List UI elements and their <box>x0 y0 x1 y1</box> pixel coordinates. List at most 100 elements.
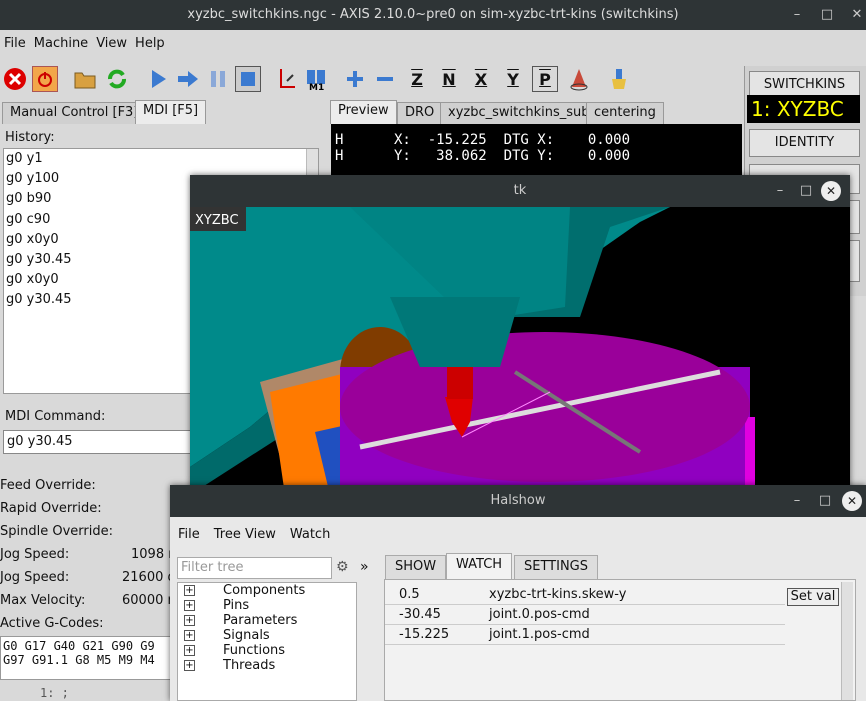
jog-speed-angular-label: Jog Speed: <box>0 570 70 585</box>
filter-tree-input[interactable]: Filter tree <box>177 557 332 579</box>
tree-item[interactable]: + Signals <box>178 628 356 643</box>
expand-plus-icon[interactable]: + <box>184 660 195 671</box>
expand-icon[interactable]: » <box>360 559 369 575</box>
watch-scrollbar[interactable] <box>841 582 853 700</box>
tab-mdi-label: MDI [F5] <box>143 103 199 118</box>
optional-stop-icon[interactable]: M1 <box>303 66 329 92</box>
run-icon[interactable] <box>145 66 171 92</box>
tk-maximize-icon[interactable]: □ <box>793 175 819 207</box>
window-title: xyzbc_switchkins.ngc - AXIS 2.10.0~pre0 … <box>0 0 866 30</box>
view-y-icon[interactable]: Y <box>500 66 526 92</box>
tk-overlay-label: XYZBC <box>195 213 239 228</box>
halshow-window: Halshow – □ ✕ File Tree View Watch Filte… <box>170 485 866 701</box>
tree-item-label: Pins <box>223 598 250 613</box>
halshow-minimize-icon[interactable]: – <box>784 485 810 517</box>
halshow-menu-file[interactable]: File <box>178 527 200 542</box>
view-z2-icon[interactable]: N <box>436 66 462 92</box>
maximize-icon[interactable]: □ <box>812 0 842 30</box>
tab-dro[interactable]: DRO <box>397 102 443 124</box>
hal-tree[interactable]: + Components + Pins + Parameters + Signals +… <box>177 582 357 701</box>
tree-item[interactable]: + Pins <box>178 598 356 613</box>
set-val-button[interactable]: Set val <box>787 588 839 606</box>
watch-name: joint.0.pos-cmd <box>489 607 590 622</box>
window-title-text: xyzbc_switchkins.ngc - AXIS 2.10.0~pre0 … <box>187 7 679 22</box>
tab-watch[interactable]: WATCH <box>446 553 513 579</box>
menu-help[interactable]: Help <box>131 34 169 58</box>
stop-icon[interactable] <box>235 66 261 92</box>
tree-item-label: Parameters <box>223 613 298 628</box>
tree-item[interactable]: + Threads <box>178 658 356 673</box>
halshow-close-icon[interactable]: ✕ <box>842 491 862 511</box>
jog-speed-label: Jog Speed: <box>0 547 70 562</box>
editor-line: 1: ; <box>40 686 69 700</box>
list-item[interactable]: g0 y1 <box>4 149 318 169</box>
zoom-in-icon[interactable] <box>342 66 368 92</box>
tab-preview[interactable]: Preview <box>330 100 397 124</box>
watch-name: xyzbc-trt-kins.skew-y <box>489 587 627 602</box>
view-z-icon[interactable]: Z <box>404 66 430 92</box>
jog-speed-value: 1098 r <box>131 547 174 562</box>
identity-button[interactable]: IDENTITY <box>749 129 860 157</box>
power-icon[interactable] <box>32 66 58 92</box>
tab-centering-label: centering <box>594 105 656 120</box>
tree-item[interactable]: + Components <box>178 583 356 598</box>
watch-row[interactable]: -15.225 joint.1.pos-cmd <box>385 625 785 645</box>
watch-value: -30.45 <box>399 607 441 622</box>
halshow-maximize-icon[interactable]: □ <box>812 485 838 517</box>
dro-display: H X: -15.225 DTG X: 0.000 H Y: 38.062 DTG… <box>331 124 742 180</box>
halshow-menu-watch[interactable]: Watch <box>290 527 330 542</box>
expand-plus-icon[interactable]: + <box>184 600 195 611</box>
machine-3d-view[interactable]: XYZBC <box>190 207 850 495</box>
expand-plus-icon[interactable]: + <box>184 615 195 626</box>
expand-plus-icon[interactable]: + <box>184 585 195 596</box>
tk-minimize-icon[interactable]: – <box>767 175 793 207</box>
jog-speed-angular-value: 21600 d <box>122 570 176 585</box>
step-icon[interactable] <box>175 66 201 92</box>
dro-line-y: H Y: 38.062 DTG Y: 0.000 <box>335 148 631 164</box>
view-x-icon[interactable]: X <box>468 66 494 92</box>
gcode-line: G97 G91.1 G8 M5 M9 M4 <box>3 653 155 667</box>
mdi-command-input[interactable]: g0 y30.45 <box>3 430 203 454</box>
block-delete-icon[interactable] <box>275 66 301 92</box>
tree-item-label: Signals <box>223 628 270 643</box>
watch-row[interactable]: -30.45 joint.0.pos-cmd <box>385 605 785 625</box>
tab-centering[interactable]: centering <box>586 102 664 124</box>
active-gcodes-box: G0 G17 G40 G21 G90 G9 G97 G91.1 G8 M5 M9… <box>0 636 190 680</box>
filter-settings-icon[interactable]: ⚙ <box>336 559 349 575</box>
expand-plus-icon[interactable]: + <box>184 630 195 641</box>
rotate-icon[interactable] <box>566 66 592 92</box>
menu-view[interactable]: View <box>92 34 131 58</box>
menu-machine[interactable]: Machine <box>30 34 92 58</box>
clear-plot-icon[interactable] <box>606 66 632 92</box>
tk-close-icon[interactable]: ✕ <box>821 181 841 201</box>
tree-item[interactable]: + Parameters <box>178 613 356 628</box>
feed-override-label: Feed Override: <box>0 478 96 493</box>
menubar: File Machine View Help <box>0 34 169 58</box>
pause-icon[interactable] <box>205 66 231 92</box>
estop-icon[interactable] <box>2 66 28 92</box>
tab-show[interactable]: SHOW <box>385 555 447 579</box>
minimize-icon[interactable]: – <box>782 0 812 30</box>
tab-mdi[interactable]: MDI [F5] <box>135 100 207 124</box>
watch-value: 0.5 <box>399 587 420 602</box>
tab-xyzbc-sub[interactable]: xyzbc_switchkins_sub <box>440 102 598 124</box>
reload-icon[interactable] <box>104 66 130 92</box>
open-file-icon[interactable] <box>72 66 98 92</box>
zoom-out-icon[interactable] <box>372 66 398 92</box>
tab-sub-label: xyzbc_switchkins_sub <box>448 105 590 120</box>
tree-item-label: Threads <box>223 658 276 673</box>
view-p-icon[interactable]: P <box>532 66 558 92</box>
max-velocity-label: Max Velocity: <box>0 593 86 608</box>
tab-settings[interactable]: SETTINGS <box>514 555 599 579</box>
halshow-menu-treeview[interactable]: Tree View <box>214 527 276 542</box>
watch-row[interactable]: 0.5 xyzbc-trt-kins.skew-y <box>385 585 785 605</box>
menu-file[interactable]: File <box>0 34 30 58</box>
tab-manual-control[interactable]: Manual Control [F3] <box>2 102 147 124</box>
tk-window-title: tk <box>190 175 850 207</box>
gcode-line: G0 G17 G40 G21 G90 G9 <box>3 639 155 653</box>
expand-plus-icon[interactable]: + <box>184 645 195 656</box>
watch-name: joint.1.pos-cmd <box>489 627 590 642</box>
kins-indicator: 1: XYZBC <box>747 95 860 123</box>
tree-item[interactable]: + Functions <box>178 643 356 658</box>
close-icon[interactable]: ✕ <box>842 0 866 30</box>
